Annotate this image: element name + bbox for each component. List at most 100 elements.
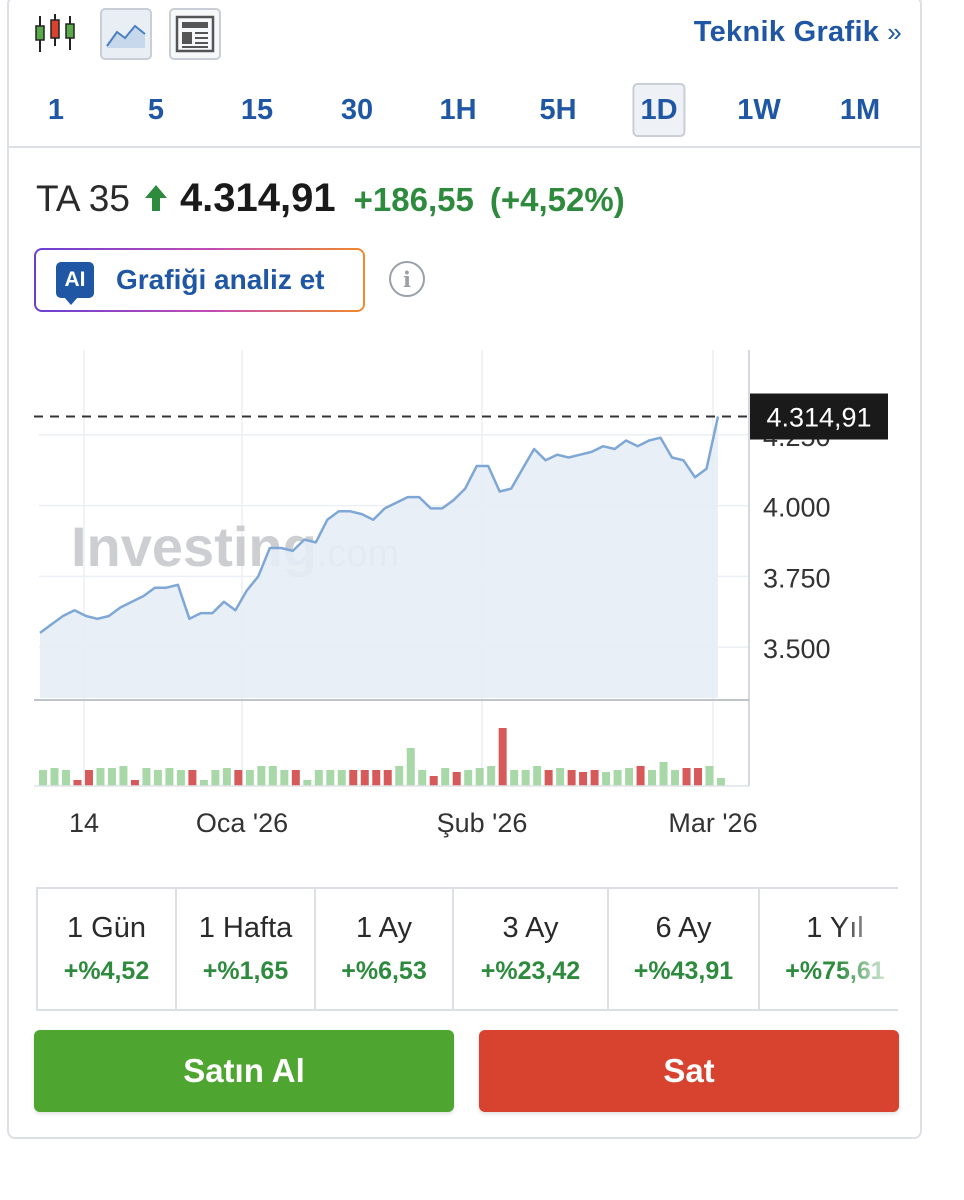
volume-bar [176,770,185,786]
volume-bar [245,770,254,786]
volume-bar [326,770,335,786]
ai-button-label: Grafiği analiz et [116,264,325,295]
volume-bar [234,770,243,786]
timeframe-1w[interactable]: 1W [731,83,787,137]
technical-chart-label: Teknik Grafik [693,16,880,48]
price-chart[interactable]: Investing.com3.5003.7504.0004.2504.314,9… [9,338,920,848]
volume-bar [464,770,473,786]
volume-bar [73,780,82,786]
volume-bar [705,766,714,786]
chart-toolbar: Teknik Grafik» 1 5 15 30 1H 5H 1D 1W 1M [9,0,920,148]
technical-chart-link[interactable]: Teknik Grafik» [694,16,902,49]
news-icon[interactable] [169,8,221,60]
volume-bar [429,776,438,786]
volume-bar [441,768,450,786]
volume-bar [590,770,599,786]
volume-bar [510,770,519,786]
price-change: +186,55 [353,181,474,218]
volume-bar [188,770,197,786]
volume-bar [659,762,668,786]
volume-bar [153,770,162,786]
y-tick-label: 4.000 [763,493,831,523]
volume-bar [142,768,151,786]
quote-header: TA 35 4.314,91 +186,55 (+4,52%) [36,176,625,232]
volume-bar [349,770,358,786]
timeframe-1h[interactable]: 1H [432,83,484,137]
volume-bar [487,766,496,786]
instrument-name: TA 35 [36,178,130,219]
volume-bar [360,770,369,786]
period-value: +%6,53 [341,957,427,985]
period-1-month[interactable]: 1 Ay +%6,53 [316,889,454,1009]
period-1-day[interactable]: 1 Gün +%4,52 [38,889,177,1009]
last-price: 4.314,91 [179,176,336,220]
period-label: 6 Ay [655,912,712,944]
volume-bar [694,768,703,786]
ai-chat-icon: AI [56,262,94,305]
period-value: +%43,91 [633,957,734,985]
volume-bar [625,768,634,786]
volume-bar [39,770,47,786]
volume-bar [648,770,657,786]
volume-bar [211,770,220,786]
x-tick-label: Şub '26 [437,808,528,838]
period-1-week[interactable]: 1 Hafta +%1,65 [177,889,316,1009]
timeframe-1m[interactable]: 1M [834,83,886,137]
line-chart-icon[interactable] [100,8,152,60]
volume-bar [383,770,392,786]
period-value: +%23,42 [480,957,581,985]
arrow-up-icon [144,185,167,211]
x-tick-label: 14 [69,808,99,838]
info-icon[interactable]: i [389,261,425,297]
volume-bar [567,770,576,786]
period-label: 1 Ay [356,912,412,944]
volume-bar [579,772,588,786]
ai-analyze-chart-button[interactable]: AI Grafiği analiz et [34,248,365,312]
scroll-fade [838,889,898,1009]
period-3-months[interactable]: 3 Ay +%23,42 [454,889,609,1009]
volume-bar [372,770,381,786]
volume-bar [291,770,300,786]
volume-bar [107,768,116,786]
y-tick-label: 3.750 [763,563,831,593]
volume-bar [556,768,565,786]
volume-bar [533,766,542,786]
volume-bar [613,770,622,786]
timeframe-1[interactable]: 1 [30,83,82,137]
performance-periods: 1 Gün +%4,52 1 Hafta +%1,65 1 Ay +%6,53 … [36,887,898,1011]
candlestick-chart-icon[interactable] [29,8,81,60]
volume-bar [119,766,128,786]
volume-bar [602,772,611,786]
chart-widget: Teknik Grafik» 1 5 15 30 1H 5H 1D 1W 1M … [7,0,922,1139]
x-tick-label: Mar '26 [668,808,757,838]
volume-bar [395,766,404,786]
volume-bar [199,780,208,786]
volume-bar [280,770,289,786]
volume-bar [130,780,139,786]
volume-bar [498,728,507,786]
period-label: 3 Ay [502,912,559,944]
period-6-months[interactable]: 6 Ay +%43,91 [609,889,760,1009]
timeframe-5[interactable]: 5 [130,83,182,137]
volume-bar [96,768,105,786]
timeframe-15[interactable]: 15 [231,83,283,137]
volume-bar [303,780,312,786]
volume-bar [222,768,231,786]
volume-bar [521,770,530,786]
volume-bar [475,768,484,786]
timeframe-5h[interactable]: 5H [532,83,584,137]
price-change-percent: (+4,52%) [489,181,625,218]
volume-bar [671,770,680,786]
timeframe-1d[interactable]: 1D [632,83,686,137]
period-label: 1 Gün [67,912,146,944]
timeframe-30[interactable]: 30 [331,83,383,137]
volume-bar [636,766,645,786]
period-value: +%1,65 [202,957,289,985]
ai-button-inner: AI Grafiği analiz et [36,250,363,310]
period-value: +%4,52 [63,957,150,985]
volume-bar [682,768,691,786]
sell-button[interactable]: Sat [479,1030,899,1112]
timeframe-selector: 1 5 15 30 1H 5H 1D 1W 1M [9,83,920,139]
double-chevron-right-icon: » [887,17,902,47]
buy-button[interactable]: Satın Al [34,1030,454,1112]
